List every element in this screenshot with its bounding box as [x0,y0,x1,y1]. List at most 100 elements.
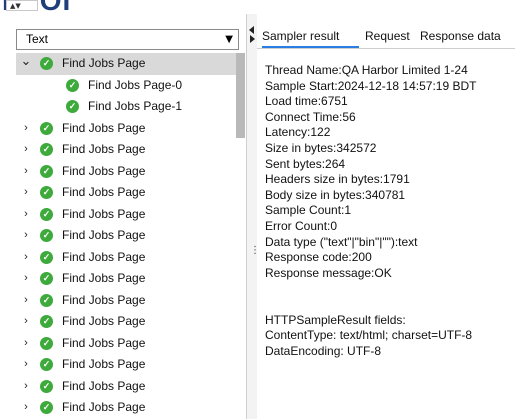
result-line: Body size in bytes:340781 [265,187,406,202]
result-line: ContentType: text/html; charset=UTF-8 [265,328,473,343]
success-shield-icon: ✓ [40,315,53,328]
result-line: Response code:200 [265,250,372,265]
tree-item[interactable]: › ✓ Find Jobs Page [16,139,236,161]
chevron-right-icon[interactable]: › [20,290,32,311]
tree-item-label: Find Jobs Page-0 [88,77,183,92]
chevron-right-icon[interactable]: › [20,333,32,354]
tree-item[interactable]: › ✓ Find Jobs Page [16,204,236,226]
chevron-right-icon[interactable]: › [20,118,32,139]
detail-tabs: Sampler result Request Response data [257,26,515,49]
split-pane-divider[interactable]: ⋮ [247,14,260,419]
top-strip: ELOI ▲▼ [0,0,515,14]
tree-item[interactable]: › ✓ Find Jobs Page [16,333,236,355]
chevron-right-icon[interactable]: › [20,397,32,418]
collapse-toggle-button[interactable]: ▲▼ [6,0,38,11]
tree-item[interactable]: › ✓ Find Jobs Page [16,354,236,376]
tree-item[interactable]: ✓ Find Jobs Page-1 [16,96,236,118]
tree-item-label: Find Jobs Page [62,400,146,414]
success-shield-icon: ✓ [40,293,53,307]
chevron-right-icon[interactable]: › [20,204,32,225]
tree-item-label: Find Jobs Page [62,163,146,178]
tree-item[interactable]: ✓ Find Jobs Page-0 [16,75,236,97]
tree-item[interactable]: › ✓ Find Jobs Page [16,161,236,183]
chevron-right-icon[interactable]: › [20,376,32,397]
chevron-right-icon[interactable]: › [20,247,32,268]
tree-item[interactable]: › ✓ Find Jobs Page [16,311,236,333]
tree-item-label: Find Jobs Page [62,357,146,371]
result-line: Headers size in bytes:1791 [265,172,410,187]
chevron-right-icon[interactable]: › [20,225,32,246]
chevron-right-icon[interactable]: › [20,182,32,203]
success-shield-icon: ✓ [40,186,53,199]
success-shield-icon: ✓ [40,143,53,156]
result-line: Sent bytes:264 [265,156,346,171]
result-line: HTTPSampleResult fields: [265,312,406,327]
success-shield-icon: ✓ [40,401,53,414]
result-line: Data type ("text"|"bin"|""):text [265,234,418,249]
tree-item-label: Find Jobs Page [62,314,146,328]
tree-item-label: Find Jobs Page [62,120,146,135]
tree-item-label: Find Jobs Page [62,378,146,393]
tree-item[interactable]: › ✓ Find Jobs Page [16,290,236,312]
chevron-down-icon[interactable]: ⌄ [20,53,32,71]
collapse-right-arrow-icon[interactable] [250,35,255,43]
tab-request[interactable]: Request [365,26,415,48]
chevron-right-icon[interactable]: › [20,354,32,375]
results-window: ELOI ▲▼ Text ▼ ⌄ ✓ Find Jobs Page ✓ Find Job… [0,0,515,419]
tree-item-label: Find Jobs Page [62,249,146,264]
tree-item-label: Find Jobs Page [62,292,146,307]
splitter-grip-icon[interactable]: ⋮ [250,246,260,256]
result-line: Connect Time:56 [265,109,356,124]
result-line [265,297,513,313]
sampler-result-text: Thread Name:QA Harbor Limited 1-24 Sample… [265,63,513,359]
result-line: Error Count:0 [265,218,338,233]
renderer-dropdown-value: Text [26,32,49,46]
success-shield-icon: ✓ [40,272,53,285]
tab-response-data[interactable]: Response data [420,26,510,48]
tree-item[interactable]: › ✓ Find Jobs Page [16,182,236,204]
chevron-right-icon[interactable]: › [20,161,32,182]
tree-item-label: Find Jobs Page [62,185,146,199]
renderer-dropdown[interactable]: Text ▼ [16,29,239,50]
tree-scrollbar-thumb[interactable] [236,53,245,138]
tree-item-label: Find Jobs Page [62,271,146,285]
success-shield-icon: ✓ [40,57,53,70]
result-line: DataEncoding: UTF-8 [265,343,382,358]
tree-item[interactable]: ⌄ ✓ Find Jobs Page [16,53,236,75]
success-shield-icon: ✓ [66,78,79,92]
chevron-right-icon[interactable]: › [20,268,32,289]
sample-detail-panel: Sampler result Request Response data Threa… [257,14,515,419]
success-shield-icon: ✓ [40,229,53,242]
chevron-right-icon[interactable]: › [20,311,32,332]
tree-item[interactable]: › ✓ Find Jobs Page [16,225,236,247]
tree-item-label: Find Jobs Page [62,142,146,156]
tree-item-label: Find Jobs Page [62,335,146,350]
tree-item-label: Find Jobs Page [62,56,146,70]
result-line: Response message:OK [265,265,392,280]
success-shield-icon: ✓ [40,250,53,264]
tree-item[interactable]: › ✓ Find Jobs Page [16,397,236,419]
success-shield-icon: ✓ [40,336,53,350]
sample-results-tree: ⌄ ✓ Find Jobs Page ✓ Find Jobs Page-0 ✓ Find J… [16,53,236,419]
tree-item-label: Find Jobs Page [62,228,146,242]
success-shield-icon: ✓ [40,379,53,393]
tab-sampler-result[interactable]: Sampler result [262,26,359,48]
result-line: Thread Name:QA Harbor Limited 1-24 [265,63,468,77]
chevron-down-icon: ▼ [225,34,233,45]
result-line [265,281,513,297]
tree-item[interactable]: › ✓ Find Jobs Page [16,268,236,290]
tree-item[interactable]: › ✓ Find Jobs Page [16,247,236,269]
tree-item[interactable]: › ✓ Find Jobs Page [16,376,236,398]
chevron-right-icon[interactable]: › [20,139,32,160]
success-shield-icon: ✓ [66,100,79,113]
collapse-left-arrow-icon[interactable] [249,26,254,34]
success-shield-icon: ✓ [40,164,53,178]
result-line: Latency:122 [265,125,331,140]
tree-item[interactable]: › ✓ Find Jobs Page [16,118,236,140]
result-line: Sample Start:2024-12-18 14:57:19 BDT [265,78,477,93]
result-line: Size in bytes:342572 [265,140,377,155]
tree-item-label: Find Jobs Page [62,206,146,221]
result-line: Load time:6751 [265,94,348,109]
success-shield-icon: ✓ [40,121,53,135]
result-line: Sample Count:1 [265,203,352,218]
